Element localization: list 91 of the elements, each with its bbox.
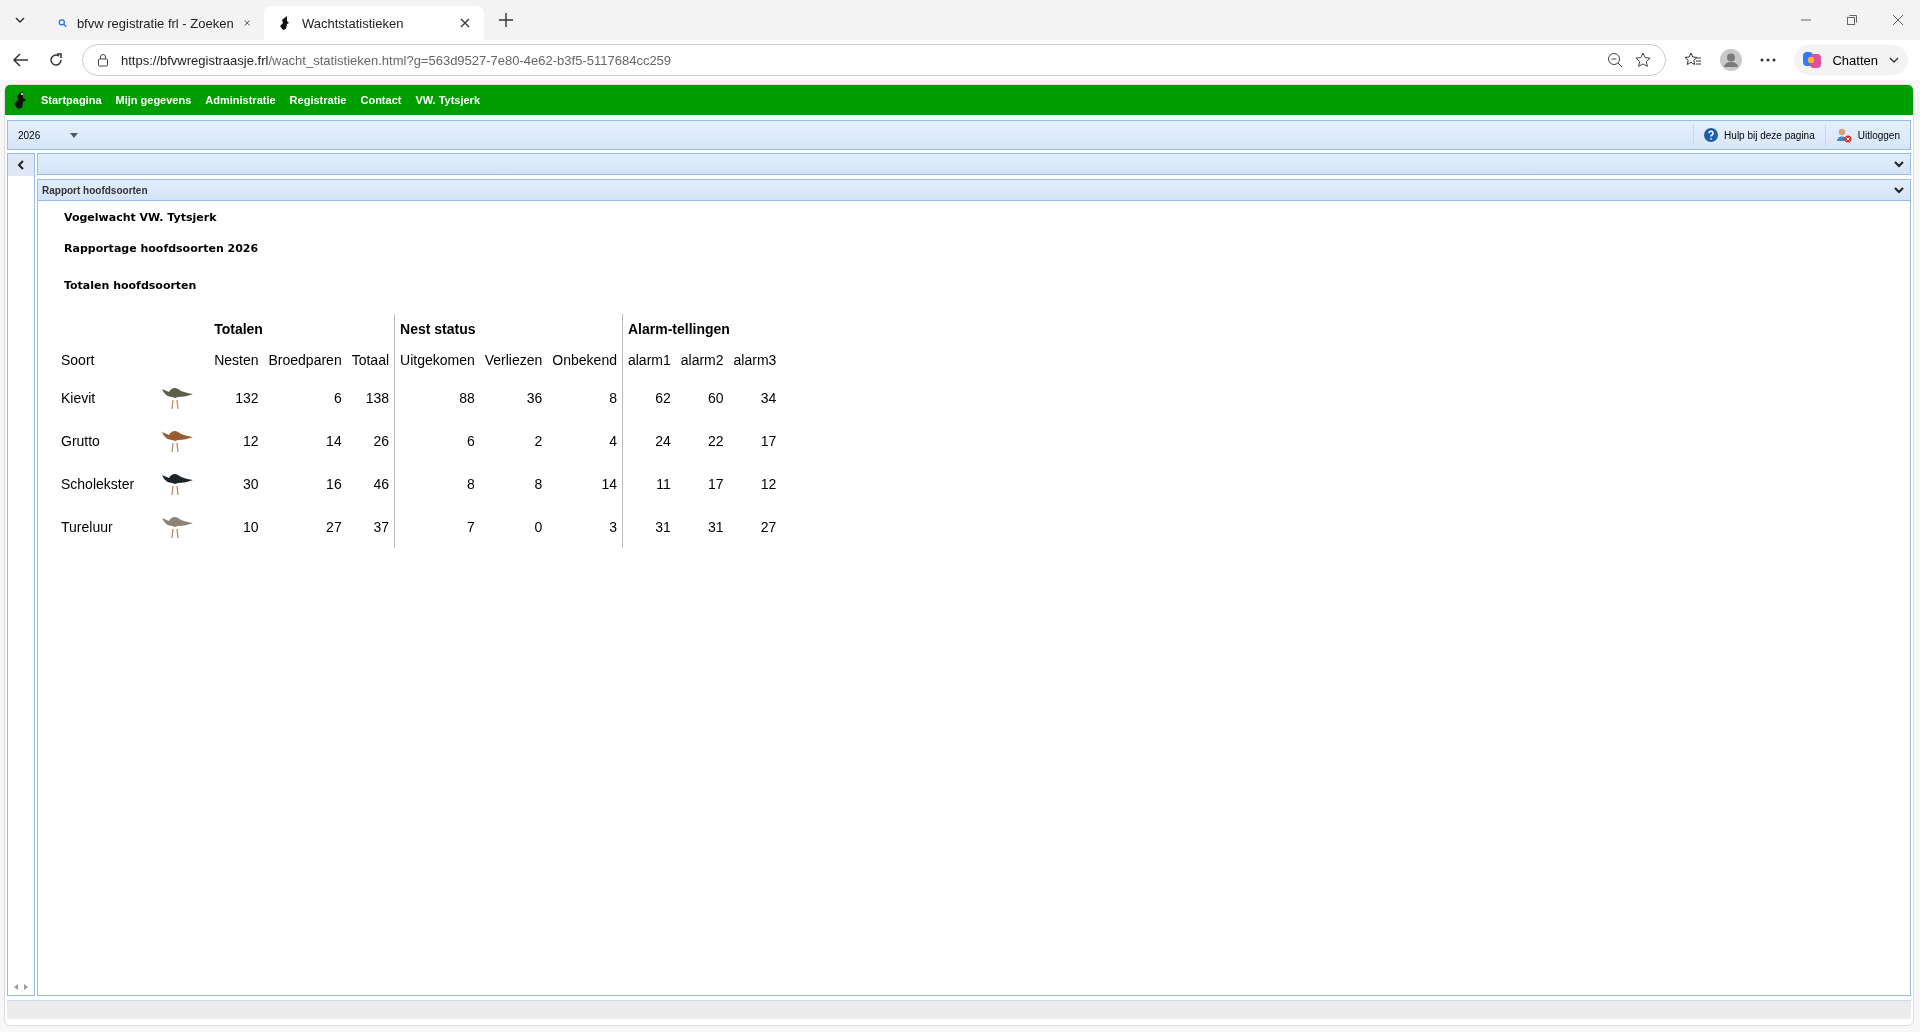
table-cell: 17 — [707, 475, 724, 492]
panel-header[interactable]: Rapport hoofdsoorten — [37, 179, 1911, 201]
section-title: Totalen hoofdsoorten — [64, 279, 198, 292]
table-cell: 14 — [601, 475, 617, 492]
column-header: Verliezen — [484, 352, 543, 368]
star-icon[interactable] — [1635, 52, 1652, 68]
logout-button[interactable]: Uitloggen — [1824, 124, 1910, 146]
table-cell: 27 — [326, 518, 342, 535]
zoom-out-icon[interactable] — [1607, 52, 1624, 68]
table-cell: 30 — [242, 475, 259, 492]
search-icon — [58, 16, 67, 30]
restore-icon[interactable] — [1846, 14, 1858, 26]
user-remove-icon — [1835, 127, 1852, 143]
table-cell: 3 — [609, 518, 617, 535]
column-header: alarm3 — [733, 352, 777, 368]
report-heading: Vogelwacht VW. Tytsjerk — [64, 211, 218, 224]
table-cell: 46 — [373, 475, 390, 492]
column-header: alarm1 — [627, 352, 671, 368]
species-name: Scholekster — [61, 475, 135, 492]
table-cell: 26 — [373, 432, 390, 449]
table-cell: 8 — [534, 475, 543, 492]
table-cell: 8 — [466, 475, 475, 492]
more-icon[interactable] — [1760, 58, 1777, 62]
group-header: Totalen — [214, 321, 263, 337]
table-cell: 6 — [333, 389, 342, 406]
table-cell: 132 — [235, 389, 259, 406]
nav-link[interactable]: VW. Tytsjerk — [415, 94, 481, 106]
table-cell: 36 — [526, 389, 543, 406]
table-cell: 16 — [326, 475, 342, 492]
reload-icon[interactable] — [48, 52, 64, 68]
help-icon — [1704, 128, 1719, 142]
group-header: Nest status — [400, 321, 476, 337]
help-button[interactable]: Hulp bij deze pagina — [1693, 124, 1825, 146]
column-header: Broedparen — [268, 352, 342, 368]
table-cell: 0 — [534, 518, 543, 535]
favorites-icon[interactable] — [1684, 52, 1703, 68]
table-cell: 2 — [534, 432, 543, 449]
column-header: Totaal — [351, 352, 390, 368]
column-header: Soort — [61, 352, 95, 368]
nav-link[interactable]: Mijn gegevens — [115, 94, 192, 106]
chat-button[interactable]: Chatten — [1794, 45, 1908, 75]
group-header: Alarm-tellingen — [627, 321, 730, 337]
chevron-icon — [1894, 160, 1904, 168]
column-header: Nesten — [214, 352, 259, 368]
table-cell: 6 — [466, 432, 475, 449]
species-name: Grutto — [61, 432, 100, 449]
table-cell: 10 — [242, 518, 259, 535]
nav-link[interactable]: Contact — [360, 94, 402, 106]
chevron-left-icon — [17, 160, 25, 170]
nav-link[interactable]: Administratie — [205, 94, 276, 106]
year-dropdown[interactable]: 2026 — [8, 129, 89, 141]
new-tab-icon[interactable] — [498, 12, 514, 28]
table-cell: 4 — [609, 432, 617, 449]
close-icon[interactable] — [460, 18, 470, 28]
table-cell: 22 — [707, 432, 724, 449]
table-cell: 138 — [365, 389, 390, 406]
column-header: Onbekend — [552, 352, 617, 368]
caret-icon — [70, 132, 79, 138]
table-cell: 8 — [609, 389, 617, 406]
browser-tab[interactable]: bfvw registratie frl - Zoeken — [44, 6, 264, 40]
table-cell: 17 — [760, 432, 777, 449]
species-name: Kievit — [61, 389, 96, 406]
back-icon[interactable] — [12, 51, 30, 69]
species-name: Tureluur — [61, 518, 113, 535]
table-cell: 60 — [707, 389, 724, 406]
table-cell: 31 — [655, 518, 671, 535]
copilot-icon — [1802, 50, 1823, 70]
table-cell: 14 — [326, 432, 342, 449]
table-cell: 11 — [656, 475, 671, 492]
nav-link[interactable]: Startpagina — [41, 94, 102, 106]
browser-tab[interactable]: Wachtstatistieken — [264, 6, 484, 40]
column-header: Uitgekomen — [400, 352, 475, 368]
chevron-icon — [1894, 186, 1904, 194]
table-cell: 7 — [466, 518, 475, 535]
nav-link[interactable]: Registratie — [289, 94, 347, 106]
table-cell: 12 — [760, 475, 777, 492]
table-cell: 24 — [655, 432, 671, 449]
table-cell: 31 — [707, 518, 724, 535]
table-cell: 34 — [760, 389, 777, 406]
table-cell: 88 — [459, 389, 475, 406]
collapse-button[interactable] — [8, 154, 34, 176]
lock-icon — [97, 53, 109, 67]
table-cell: 62 — [655, 389, 671, 406]
scroll-arrows-icon[interactable] — [13, 983, 29, 991]
table-cell: 37 — [373, 518, 390, 535]
report-subheading: Rapportage hoofdsoorten 2026 — [64, 242, 260, 255]
panel-title: Rapport hoofdsoorten — [42, 184, 148, 196]
profile-icon[interactable] — [1720, 49, 1743, 71]
table-cell: 27 — [760, 518, 777, 535]
column-header: alarm2 — [680, 352, 724, 368]
table-cell: 12 — [242, 432, 259, 449]
